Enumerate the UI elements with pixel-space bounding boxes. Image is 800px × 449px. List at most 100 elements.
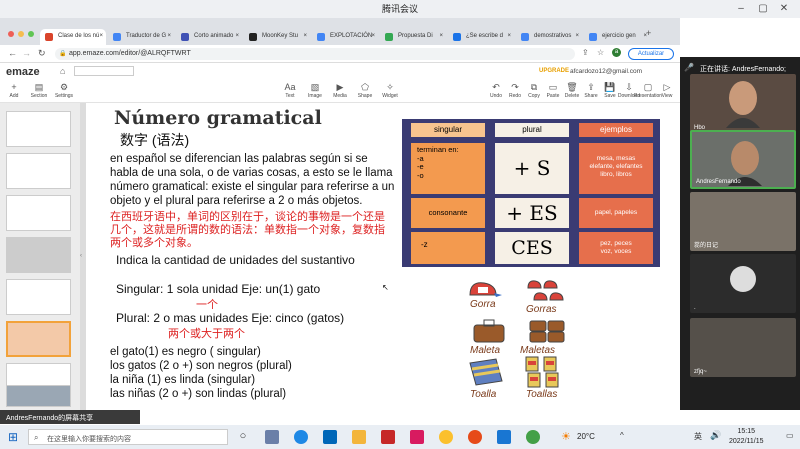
tab-close-icon[interactable]: × — [575, 33, 579, 39]
tab-label: ¿Se escribe d — [466, 33, 504, 39]
toolbar-text-button[interactable]: Aa Text — [276, 81, 304, 99]
tab-close-icon[interactable]: × — [371, 33, 375, 39]
slide-thumbnail[interactable] — [6, 279, 71, 315]
edge-icon[interactable] — [294, 430, 308, 444]
upgrade-link[interactable]: UPGRADE — [539, 68, 569, 74]
towels-icon — [525, 356, 559, 388]
slide-thumbnail-selected[interactable] — [6, 321, 71, 357]
tab-close-icon[interactable]: × — [167, 33, 171, 39]
wechat-icon[interactable] — [526, 430, 540, 444]
browser-tab[interactable]: MoonKey Stu × — [244, 29, 310, 45]
app-icon[interactable] — [381, 430, 395, 444]
gorras-drawing — [526, 278, 566, 307]
emaze-header: emaze ⌂ UPGRADE afcardozo12@gmail.com — [0, 63, 680, 81]
browser-tab[interactable]: Clase de los nú × — [40, 29, 106, 45]
emaze-logo[interactable]: emaze — [6, 66, 40, 78]
presentation-name-field[interactable] — [74, 66, 134, 76]
chrome-icon[interactable] — [439, 430, 453, 444]
section-icon: ▤ — [34, 82, 44, 92]
windows-taskbar: ⊞ ⌕ 在这里输入你要搜索的内容 ○ ☀ 20°C ^ 英 🔊 15:15 20… — [0, 425, 800, 449]
participant-tile[interactable]: Hbo — [690, 74, 796, 133]
browser-tab[interactable]: Corto animado × — [176, 29, 242, 45]
taskbar-clock[interactable]: 15:15 2022/11/15 — [729, 427, 764, 447]
mac-close-dot[interactable] — [8, 31, 14, 37]
ime-indicator[interactable]: 英 — [694, 431, 702, 442]
participant-face-icon — [726, 81, 760, 128]
tab-close-icon[interactable]: × — [507, 33, 511, 39]
toolbar-label: Add — [9, 93, 19, 99]
windows-start-icon[interactable]: ⊞ — [8, 430, 18, 444]
profile-avatar[interactable]: a — [612, 48, 621, 57]
toolbar-widget-button[interactable]: ✧ Widget — [376, 81, 404, 99]
toolbar-media-button[interactable]: ▶ Media — [326, 81, 354, 99]
participant-name: 蕊的日记 — [694, 243, 719, 249]
new-tab-icon[interactable]: + — [646, 28, 651, 38]
participant-tile[interactable]: 蕊的日记 — [690, 192, 796, 251]
tab-close-icon[interactable]: × — [303, 33, 307, 39]
slide-thumbnail[interactable] — [6, 237, 71, 273]
app-icon[interactable] — [410, 430, 424, 444]
toolbar-label: Shape — [357, 93, 373, 99]
example-line: los gatos (2 o +) son negros (plural) — [110, 360, 292, 372]
temperature[interactable]: 20°C — [577, 432, 595, 441]
editor-toolbar: + Add ▤ Section ⚙ Settings Aa Text ▧ Image ▶ Media ⬠… — [0, 81, 680, 103]
toolbar-image-button[interactable]: ▧ Image — [301, 81, 329, 99]
browser-tab[interactable]: Traductor de G × — [108, 29, 174, 45]
home-icon[interactable]: ⌂ — [60, 66, 65, 76]
slide-thumbnails — [0, 103, 80, 410]
back-icon[interactable]: ← — [8, 48, 17, 58]
share-icon[interactable]: ⇪ — [582, 48, 589, 57]
mac-minimize-dot[interactable] — [18, 31, 24, 37]
tab-favicon-icon — [181, 33, 189, 41]
tab-close-icon[interactable]: × — [439, 33, 443, 39]
browser-tab[interactable]: Propuesta Di × — [380, 29, 446, 45]
forward-icon[interactable]: → — [22, 48, 31, 58]
toolbar-view-button[interactable]: ▷ View — [653, 81, 681, 99]
app-icon[interactable] — [265, 430, 279, 444]
tab-close-icon[interactable]: × — [99, 33, 103, 39]
reload-icon[interactable]: ↻ — [38, 48, 46, 59]
slide-thumbnail[interactable] — [6, 153, 71, 189]
mac-zoom-dot[interactable] — [28, 31, 34, 37]
bookmark-star-icon[interactable]: ☆ — [597, 48, 604, 57]
tray-chevron-icon[interactable]: ^ — [620, 431, 624, 440]
taskbar-search-input[interactable]: ⌕ 在这里输入你要搜索的内容 — [28, 429, 228, 445]
participant-tile[interactable]: . — [690, 254, 796, 313]
slide-thumbnail[interactable] — [6, 385, 71, 407]
toolbar-settings-button[interactable]: ⚙ Settings — [50, 81, 78, 99]
toolbar-label: View — [661, 93, 673, 99]
account-email[interactable]: afcardozo12@gmail.com — [570, 68, 642, 75]
browser-tab[interactable]: ¿Se escribe d × — [448, 29, 514, 45]
url-field[interactable]: 🔒 app.emaze.com/editor/@ALRQFTWRT — [55, 48, 575, 60]
toolbar-shape-button[interactable]: ⬠ Shape — [351, 81, 379, 99]
participant-name: AndresFernando — [696, 179, 741, 185]
store-icon[interactable] — [323, 430, 337, 444]
app-icon[interactable] — [468, 430, 482, 444]
toalla-drawing — [468, 357, 504, 392]
maleta-drawing — [472, 319, 506, 348]
maximize-icon[interactable]: ▢ — [757, 3, 769, 15]
notification-icon[interactable]: ▭ — [786, 431, 794, 440]
toalla-label: Toalla — [470, 389, 497, 400]
tencent-meeting-icon[interactable] — [497, 430, 511, 444]
browser-tab[interactable]: ejercicio gen × — [584, 29, 650, 45]
task-view-icon[interactable]: ○ — [236, 430, 250, 444]
update-button[interactable]: Actualizar — [628, 48, 674, 60]
slide-canvas[interactable]: Número gramatical 数字 (语法) en español se … — [86, 103, 680, 410]
toolbar-section-button[interactable]: ▤ Section — [25, 81, 53, 99]
participant-tile[interactable]: zfjq~ — [690, 318, 796, 377]
participant-tile-active-speaker[interactable]: AndresFernando — [690, 130, 796, 189]
browser-tab[interactable]: demostrativos × — [516, 29, 582, 45]
tab-close-icon[interactable]: × — [235, 33, 239, 39]
intro-line: objeto y el plural para referirse a 2 o … — [110, 195, 363, 207]
slide-thumbnail[interactable] — [6, 111, 71, 147]
weather-icon[interactable]: ☀ — [561, 430, 571, 443]
file-explorer-icon[interactable] — [352, 430, 366, 444]
close-icon[interactable]: ✕ — [778, 3, 790, 15]
tab-favicon-icon — [249, 33, 257, 41]
toolbar-add-button[interactable]: + Add — [0, 81, 28, 99]
slide-thumbnail[interactable] — [6, 195, 71, 231]
volume-icon[interactable]: 🔊 — [710, 430, 721, 441]
minimize-icon[interactable]: – — [735, 3, 747, 15]
browser-tab[interactable]: EXPLOTACIÓN × — [312, 29, 378, 45]
